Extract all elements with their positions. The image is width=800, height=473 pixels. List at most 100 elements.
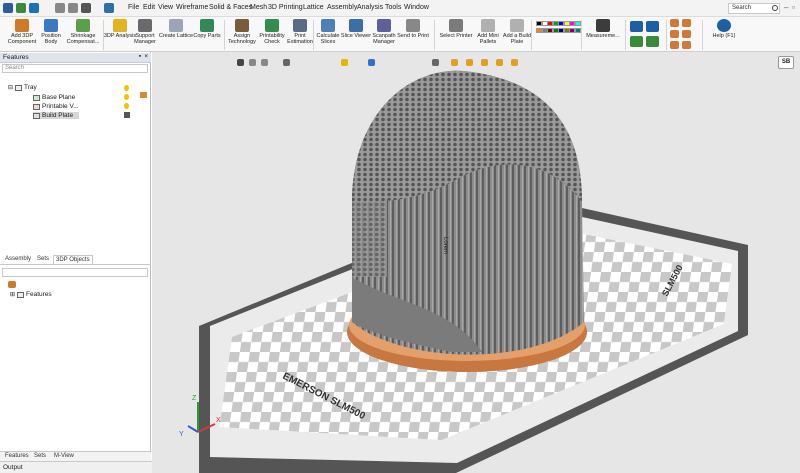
menubar: File Edit View Wireframe Solid & Faces M… [0, 0, 800, 17]
tree-label: Tray [24, 84, 37, 91]
tree-item-build-plate[interactable]: Build Plate [33, 112, 80, 119]
help-icon [717, 19, 731, 32]
tab-3dp-objects[interactable]: 3DP Objects [53, 255, 93, 264]
output-label[interactable]: Output [3, 464, 23, 471]
tree-item-base-plane[interactable]: Base Plane [33, 94, 75, 101]
tree-item-printable-volume[interactable]: Printable V... [33, 103, 79, 110]
shrinkage-compensation-button[interactable]: Shrinkage Compensat... [63, 19, 103, 49]
tree-item-tray[interactable]: ⊟ Tray [8, 84, 37, 91]
shrinkage-icon [76, 19, 90, 32]
left-panel: Features ▪ × Search ⊟ Tray Base Plane Pr… [0, 52, 151, 473]
bulb-icon[interactable] [124, 94, 129, 100]
open-icon[interactable] [16, 3, 26, 13]
tab-sets-bottom[interactable]: Sets [32, 452, 48, 461]
settings-icon[interactable] [104, 3, 114, 13]
ribbon-separator [434, 20, 435, 50]
zoom-fit-icon[interactable] [646, 36, 659, 47]
bulb-icon[interactable] [124, 103, 129, 109]
menu-wireframe[interactable]: Wireframe [176, 4, 208, 11]
menu-mesh[interactable]: Mesh [250, 4, 267, 11]
filter-icon[interactable] [249, 59, 256, 66]
printable-volume-icon [33, 103, 40, 110]
expand-icon[interactable]: ⊞ [10, 291, 15, 298]
features-search-input[interactable]: Search [2, 64, 148, 73]
send-to-print-button[interactable]: Send to Print [393, 19, 433, 49]
menu-assembly[interactable]: Assembly [327, 4, 357, 11]
menu-solid-faces[interactable]: Solid & Faces [209, 4, 252, 11]
tray-color-icon[interactable] [140, 92, 147, 98]
layout-icon-3[interactable] [670, 30, 679, 38]
search-icon[interactable] [772, 5, 778, 11]
lightbulb-icon[interactable] [341, 59, 348, 66]
lower-toolbar-icon[interactable] [8, 281, 16, 288]
app-badge: SB [778, 56, 794, 69]
tab-features[interactable]: Features [3, 452, 31, 461]
send-to-print-icon [406, 19, 420, 32]
menu-file[interactable]: File [128, 4, 139, 11]
view-icon-3[interactable] [481, 59, 488, 66]
layout-icon-5[interactable] [670, 41, 679, 49]
view-icon-1[interactable] [451, 59, 458, 66]
ribbon-separator [581, 20, 582, 50]
redo-icon[interactable] [68, 3, 78, 13]
menu-tools[interactable]: Tools [385, 4, 401, 11]
camera-icon[interactable] [124, 112, 130, 118]
color-swatch[interactable] [574, 21, 581, 26]
3d-viewport[interactable]: EMERSON SLM500 SLM500 Lorem Z X Y [152, 52, 800, 473]
color-swatch[interactable] [574, 28, 581, 33]
collapse-icon[interactable]: ⊟ [8, 84, 13, 91]
zoom-window-icon[interactable] [646, 21, 659, 32]
lower-search-input[interactable] [2, 268, 148, 277]
new-icon[interactable] [29, 3, 39, 13]
layout-icon-1[interactable] [670, 19, 679, 27]
arrow-left-icon[interactable] [368, 59, 375, 66]
lattice-part[interactable] [352, 70, 584, 355]
tree-label: Printable V... [42, 103, 79, 110]
ribbon-separator [666, 20, 667, 50]
features-panel-title: Features [3, 54, 29, 61]
copy-parts-button[interactable]: Copy Parts [187, 19, 227, 49]
print-estimation-icon [293, 19, 307, 32]
menu-window[interactable]: Window [404, 4, 429, 11]
bulb-icon[interactable] [124, 85, 129, 91]
layout-icon-6[interactable] [682, 41, 691, 49]
select-arrow-icon[interactable] [237, 59, 244, 66]
layout-icon-4[interactable] [682, 30, 691, 38]
position-body-icon [44, 19, 58, 32]
view-icon-5[interactable] [511, 59, 518, 66]
menu-3d-printing[interactable]: 3D Printing [268, 4, 303, 11]
slice-viewer-icon [349, 19, 363, 32]
build-plate-icon [33, 112, 40, 119]
restore-icon[interactable]: ▫ [792, 3, 795, 12]
tab-m-view[interactable]: M-View [52, 452, 76, 461]
undo-icon[interactable] [55, 3, 65, 13]
ribbon-separator [531, 20, 532, 50]
ribbon-separator [625, 20, 626, 50]
pick-icon[interactable] [261, 59, 268, 66]
menu-view[interactable]: View [158, 4, 173, 11]
close-icon[interactable]: × [144, 53, 148, 60]
zoom-area-icon[interactable] [630, 36, 643, 47]
select-printer-icon [449, 19, 463, 32]
scene-svg: EMERSON SLM500 SLM500 Lorem Z X Y [179, 70, 748, 473]
box-select-icon[interactable] [283, 59, 290, 66]
rotate-icon[interactable] [432, 59, 439, 66]
tab-assembly[interactable]: Assembly [3, 255, 33, 264]
menu-analysis[interactable]: Analysis [357, 4, 383, 11]
save-icon[interactable] [3, 3, 13, 13]
minimize-icon[interactable]: – [784, 3, 788, 12]
view-icon-2[interactable] [466, 59, 473, 66]
create-lattice-icon [169, 19, 183, 32]
refresh-icon[interactable] [81, 3, 91, 13]
layout-icon-2[interactable] [682, 19, 691, 27]
tab-sets[interactable]: Sets [35, 255, 51, 264]
view-icon-4[interactable] [496, 59, 503, 66]
measurement-button[interactable]: Measureme... [583, 19, 623, 49]
help-button[interactable]: Help (F1) [704, 19, 744, 49]
pin-icon[interactable]: ▪ [139, 53, 141, 60]
lower-tree-item-features[interactable]: ⊞ Features [10, 291, 52, 298]
zoom-icon[interactable] [630, 21, 643, 32]
measurement-icon [596, 19, 610, 32]
menu-lattice[interactable]: Lattice [303, 4, 324, 11]
menu-edit[interactable]: Edit [143, 4, 155, 11]
